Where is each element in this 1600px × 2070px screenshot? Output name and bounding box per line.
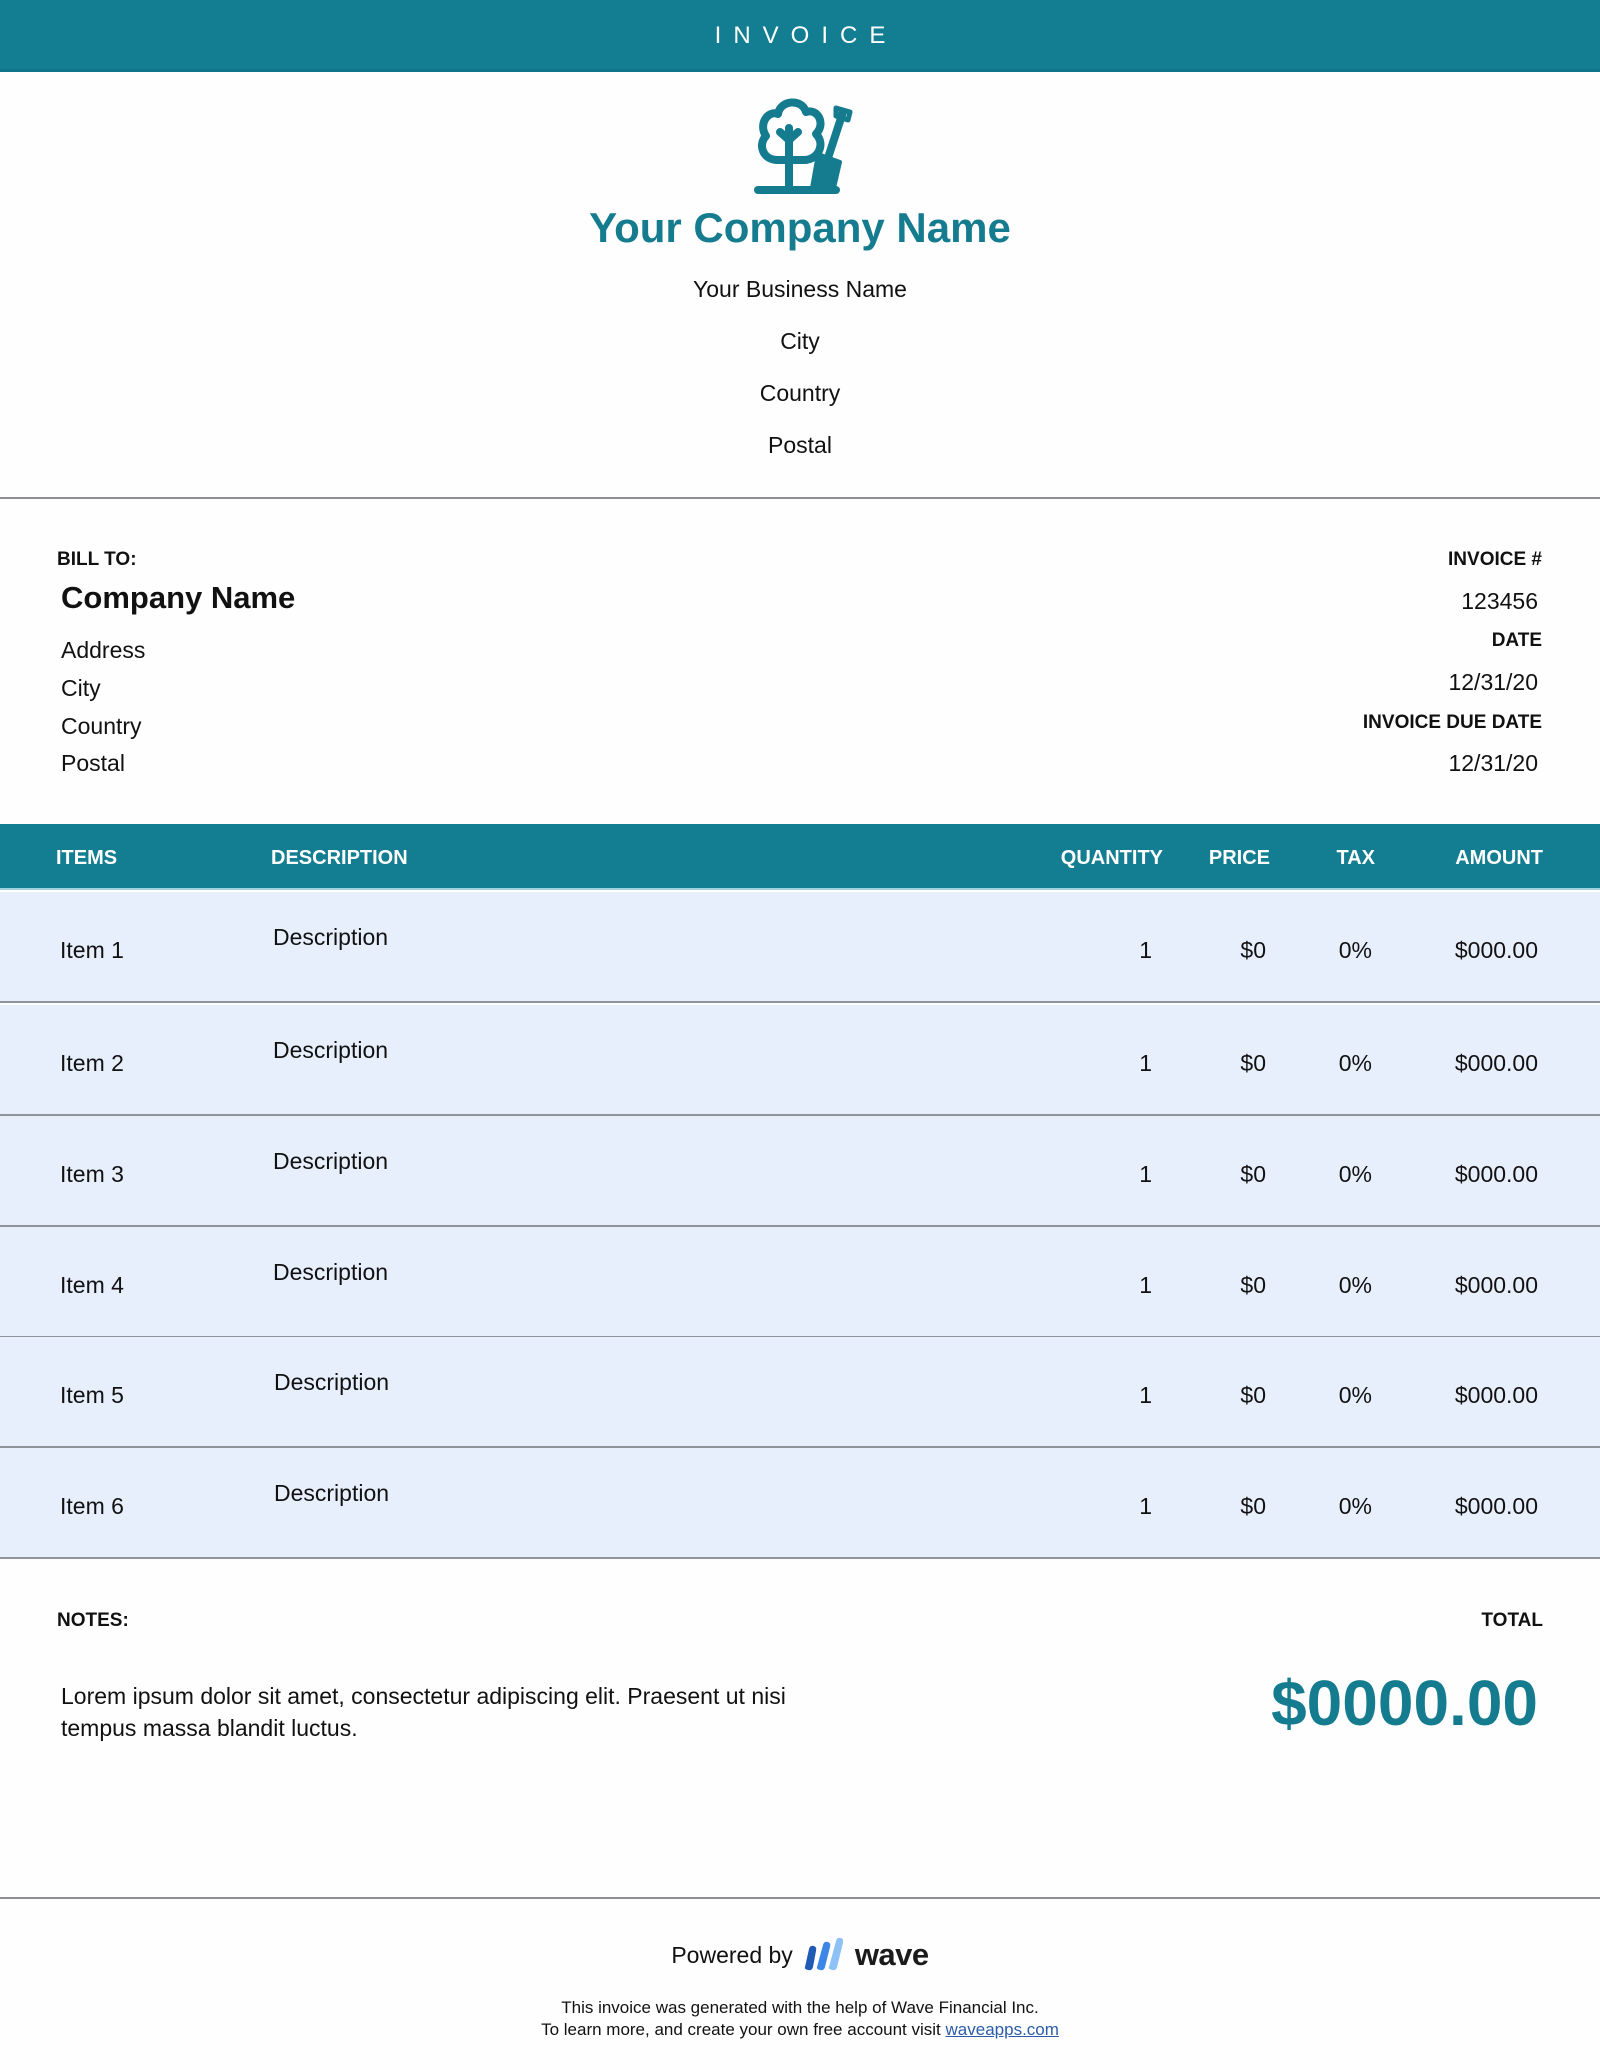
item-price: $0 [1240, 1050, 1266, 1076]
item-amount: $000.00 [1454, 937, 1538, 963]
invoice-number-label: INVOICE # [1448, 549, 1542, 570]
item-amount: $000.00 [1454, 1050, 1538, 1076]
items-table-header: ITEMS DESCRIPTION QUANTITY PRICE TAX AMO… [0, 824, 1600, 890]
bill-to-company: Company Name [61, 580, 296, 615]
item-tax: 0% [1338, 937, 1372, 963]
item-amount: $000.00 [1454, 1493, 1538, 1519]
bill-to-address: Address [61, 637, 146, 663]
invoice-date: 12/31/20 [1448, 669, 1538, 695]
total-label: TOTAL [1481, 1610, 1543, 1631]
item-description: Description [274, 1480, 390, 1506]
invoice-number: 123456 [1461, 588, 1538, 614]
company-city: City [780, 328, 820, 354]
powered-by-text: Powered by [671, 1941, 793, 1968]
column-description: DESCRIPTION [271, 847, 408, 869]
invoice-due-date: 12/31/20 [1448, 750, 1538, 776]
date-label: DATE [1491, 630, 1542, 651]
footer-line-2-text: To learn more, and create your own free … [541, 2020, 941, 2039]
wave-wordmark: wave [854, 1937, 929, 1972]
company-postal: Postal [768, 432, 832, 458]
item-amount: $000.00 [1454, 1382, 1538, 1408]
item-price: $0 [1240, 1272, 1266, 1298]
item-tax: 0% [1338, 1161, 1372, 1187]
item-tax: 0% [1338, 1050, 1372, 1076]
item-price: $0 [1240, 937, 1266, 963]
item-description: Description [273, 1037, 389, 1063]
table-row: Item 4 Description 1 $0 0% $000.00 [0, 1227, 1600, 1338]
item-description: Description [274, 1369, 390, 1395]
wave-logo-icon [801, 1937, 844, 1973]
item-description: Description [273, 1259, 389, 1285]
item-description: Description [273, 1148, 389, 1174]
column-quantity: QUANTITY [1060, 847, 1163, 869]
footer-line-2: To learn more, and create your own free … [0, 2020, 1600, 2040]
item-tax: 0% [1338, 1493, 1372, 1519]
bill-to-country: Country [61, 713, 142, 739]
header-divider [0, 497, 1600, 499]
table-row: Item 3 Description 1 $0 0% $000.00 [0, 1116, 1600, 1227]
table-row: Item 6 Description 1 $0 0% $000.00 [0, 1448, 1600, 1559]
footer-line-1: This invoice was generated with the help… [561, 1998, 1039, 2017]
item-quantity: 1 [1139, 937, 1152, 963]
item-tax: 0% [1338, 1382, 1372, 1408]
company-country: Country [759, 380, 841, 406]
column-items: ITEMS [56, 847, 118, 869]
item-name: Item 5 [60, 1382, 124, 1408]
item-quantity: 1 [1139, 1050, 1152, 1076]
column-price: PRICE [1208, 847, 1270, 869]
item-name: Item 6 [60, 1493, 124, 1519]
bill-to-postal: Postal [61, 750, 125, 776]
item-amount: $000.00 [1454, 1272, 1538, 1298]
business-name: Your Business Name [693, 276, 907, 302]
item-price: $0 [1240, 1382, 1266, 1408]
table-row: Item 1 Description 1 $0 0% $000.00 [0, 892, 1600, 1003]
bill-to-city: City [61, 675, 101, 701]
waveapps-link[interactable]: waveapps.com [946, 2020, 1059, 2039]
invoice-title: INVOICE [714, 22, 898, 49]
column-amount: AMOUNT [1455, 847, 1543, 869]
due-date-label: INVOICE DUE DATE [1362, 712, 1542, 733]
item-quantity: 1 [1139, 1272, 1152, 1298]
total-amount: $0000.00 [1271, 1667, 1538, 1739]
table-row: Item 5 Description 1 $0 0% $000.00 [0, 1337, 1600, 1448]
table-row: Item 2 Description 1 $0 0% $000.00 [0, 1005, 1600, 1116]
footer-divider [0, 1897, 1600, 1899]
company-name: Your Company Name [589, 204, 1011, 251]
item-tax: 0% [1338, 1272, 1372, 1298]
item-price: $0 [1240, 1493, 1266, 1519]
item-quantity: 1 [1139, 1382, 1152, 1408]
column-tax: TAX [1336, 847, 1375, 869]
item-amount: $000.00 [1454, 1161, 1538, 1187]
invoice-header-bar: INVOICE [0, 0, 1600, 72]
item-description: Description [273, 924, 389, 950]
item-name: Item 2 [60, 1050, 124, 1076]
item-quantity: 1 [1139, 1493, 1152, 1519]
item-name: Item 3 [60, 1161, 124, 1187]
bill-to-label: BILL TO: [57, 549, 137, 570]
item-price: $0 [1240, 1161, 1266, 1187]
item-name: Item 4 [60, 1272, 124, 1298]
item-name: Item 1 [60, 937, 124, 963]
powered-by-wave: Powered by wave [0, 1937, 1600, 1973]
notes-label: NOTES: [57, 1610, 129, 1631]
tree-shovel-icon [750, 94, 860, 198]
item-quantity: 1 [1139, 1161, 1152, 1187]
notes-text: Lorem ipsum dolor sit amet, consectetur … [61, 1683, 786, 1741]
